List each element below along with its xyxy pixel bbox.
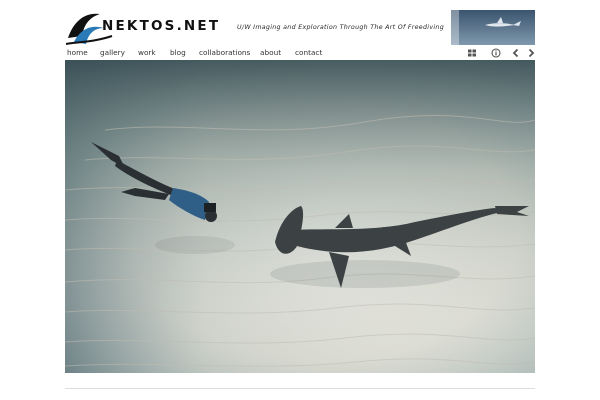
nav-home[interactable]: home <box>67 48 88 57</box>
next-icon[interactable] <box>526 48 536 58</box>
nav-work[interactable]: work <box>138 48 156 57</box>
nav-gallery[interactable]: gallery <box>100 48 125 57</box>
site-header: NEKTOS.NET U/W Imaging and Exploration T… <box>0 0 600 46</box>
gallery-toolbar <box>465 46 535 60</box>
header-thumbnail-image <box>451 10 535 45</box>
nav-collaborations[interactable]: collaborations <box>199 48 250 57</box>
nav-contact[interactable]: contact <box>295 48 322 57</box>
nav-blog[interactable]: blog <box>170 48 186 57</box>
nav-about[interactable]: about <box>260 48 281 57</box>
main-gallery-photo[interactable] <box>65 60 535 373</box>
grid-icon[interactable] <box>467 48 477 58</box>
site-name[interactable]: NEKTOS.NET <box>102 18 220 34</box>
main-navigation-bar: home gallery work blog collaborations ab… <box>64 46 535 60</box>
site-tagline: U/W Imaging and Exploration Through The … <box>237 24 444 31</box>
previous-icon[interactable] <box>511 48 521 58</box>
info-icon[interactable] <box>491 48 501 58</box>
footer-divider <box>65 388 535 389</box>
